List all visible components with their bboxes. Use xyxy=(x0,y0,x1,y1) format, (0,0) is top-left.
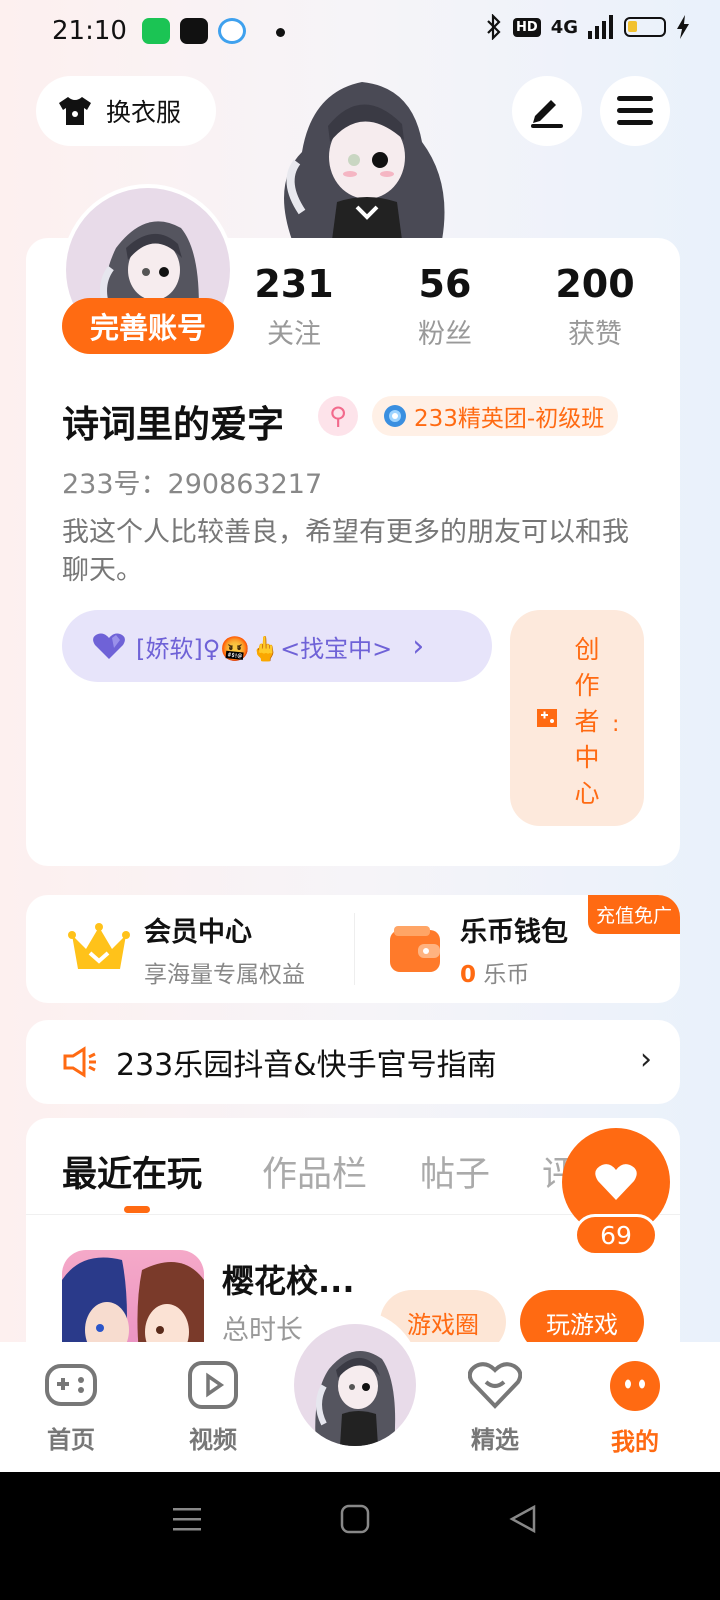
nickname: 诗词里的爱字 xyxy=(62,403,284,446)
heart-icon xyxy=(93,633,125,659)
title-badge-label: 233精英团-初级班 xyxy=(414,406,605,432)
recent-apps-icon[interactable] xyxy=(172,1504,202,1534)
gamepad-edit-icon xyxy=(537,709,557,727)
mood-status-button[interactable]: [娇软]♀🤬🖕<找宝中> › xyxy=(62,610,492,682)
system-nav-bar xyxy=(0,1472,720,1600)
menu-button[interactable] xyxy=(600,76,670,146)
wallet-icon xyxy=(390,926,440,972)
vip-center-subtitle: 享海量专属权益 xyxy=(144,961,305,988)
creator-center-suffix: : xyxy=(612,712,620,737)
mood-status-text: [娇软]♀🤬🖕<找宝中> xyxy=(136,634,393,663)
change-outfit-button[interactable]: 换衣服 xyxy=(36,76,216,146)
face-icon xyxy=(610,1361,660,1411)
tab-works[interactable]: 作品栏 xyxy=(262,1146,367,1197)
divider xyxy=(354,913,355,985)
app-icon xyxy=(218,18,246,44)
hd-icon: HD xyxy=(513,17,541,37)
complete-account-button[interactable]: 完善账号 xyxy=(62,298,234,354)
member-wallet-card: 会员中心 享海量专属权益 乐币钱包 0 乐币 充值免广 xyxy=(26,895,680,1003)
following-label: 关注 xyxy=(267,319,321,350)
wallet-unit: 乐币 xyxy=(483,961,530,988)
gamepad-icon xyxy=(45,1364,97,1406)
video-icon xyxy=(188,1361,238,1409)
followers-count: 56 xyxy=(418,262,472,306)
center-avatar-button[interactable] xyxy=(294,1324,416,1446)
menu-icon xyxy=(617,96,653,125)
edit-profile-button[interactable] xyxy=(512,76,582,146)
pen-icon xyxy=(531,100,563,128)
change-outfit-label: 换衣服 xyxy=(106,98,182,127)
notice-text: 233乐园抖音&快手官号指南 xyxy=(116,1048,497,1083)
nav-mine-label: 我的 xyxy=(611,1428,659,1456)
heart-icon xyxy=(595,1164,637,1200)
likes-count: 200 xyxy=(555,262,635,306)
heart-diamond-icon xyxy=(467,1362,523,1409)
nav-video-label: 视频 xyxy=(189,1426,237,1454)
wallet-button[interactable]: 乐币钱包 0 乐币 xyxy=(388,895,568,1003)
tshirt-icon xyxy=(59,97,91,125)
gender-female-icon: ⚲ xyxy=(318,396,358,436)
game-name: 樱花校... xyxy=(222,1262,355,1300)
like-count: 69 xyxy=(574,1214,658,1256)
bluetooth-icon xyxy=(487,14,501,40)
tab-posts[interactable]: 帖子 xyxy=(420,1146,490,1197)
chevron-right-icon: › xyxy=(640,1042,652,1077)
recharge-ad-free-tag[interactable]: 充值免广 xyxy=(587,895,680,934)
network-type: 4G xyxy=(550,16,578,38)
vip-center-title: 会员中心 xyxy=(144,916,252,948)
avatar-figure-image[interactable] xyxy=(262,62,462,240)
followers-stat[interactable]: 56 粉丝 xyxy=(385,262,505,351)
megaphone-icon xyxy=(63,1046,96,1078)
signal-icon xyxy=(588,15,613,39)
mood-arrow-icon: › xyxy=(412,628,425,664)
nav-home-label: 首页 xyxy=(47,1426,95,1454)
nav-mine[interactable]: 我的 xyxy=(590,1360,680,1457)
creator-center-button[interactable]: 创作者中心 : xyxy=(510,610,644,826)
center-avatar-image xyxy=(315,1351,396,1446)
home-icon[interactable] xyxy=(340,1504,370,1534)
status-time: 21:10 xyxy=(52,16,127,46)
tab-recently-played[interactable]: 最近在玩 xyxy=(62,1146,202,1197)
nav-home[interactable]: 首页 xyxy=(26,1360,116,1455)
wallet-amount: 0 xyxy=(460,961,477,988)
notice-banner[interactable]: 233乐园抖音&快手官号指南 › xyxy=(26,1020,680,1104)
battery-icon xyxy=(624,17,666,37)
nav-featured-label: 精选 xyxy=(471,1426,519,1454)
charging-icon xyxy=(677,15,689,39)
tiktok-icon xyxy=(180,18,208,44)
followers-label: 粉丝 xyxy=(418,319,472,350)
notification-dot-icon xyxy=(276,28,285,37)
wallet-title: 乐币钱包 xyxy=(460,916,568,948)
following-stat[interactable]: 231 关注 xyxy=(234,262,354,351)
creator-center-label: 创作者中心 xyxy=(574,635,600,808)
iqiyi-icon xyxy=(142,18,170,44)
back-icon[interactable] xyxy=(508,1504,538,1534)
gear-badge-icon xyxy=(384,405,406,427)
title-badge[interactable]: 233精英团-初级班 xyxy=(372,396,619,436)
nav-video[interactable]: 视频 xyxy=(168,1360,258,1455)
likes-label: 获赞 xyxy=(568,319,622,350)
following-count: 231 xyxy=(254,262,334,306)
bio: 我这个人比较善良，希望有更多的朋友可以和我聊天。 xyxy=(62,517,629,586)
user-id[interactable]: 233号：290863217 xyxy=(62,462,322,501)
crown-icon xyxy=(68,923,130,969)
nav-featured[interactable]: 精选 xyxy=(450,1360,540,1455)
active-tab-indicator xyxy=(124,1206,150,1213)
vip-center-button[interactable]: 会员中心 享海量专属权益 xyxy=(68,895,305,1003)
likes-stat[interactable]: 200 获赞 xyxy=(535,262,655,351)
status-bar: 21:10 HD 4G xyxy=(0,0,720,62)
